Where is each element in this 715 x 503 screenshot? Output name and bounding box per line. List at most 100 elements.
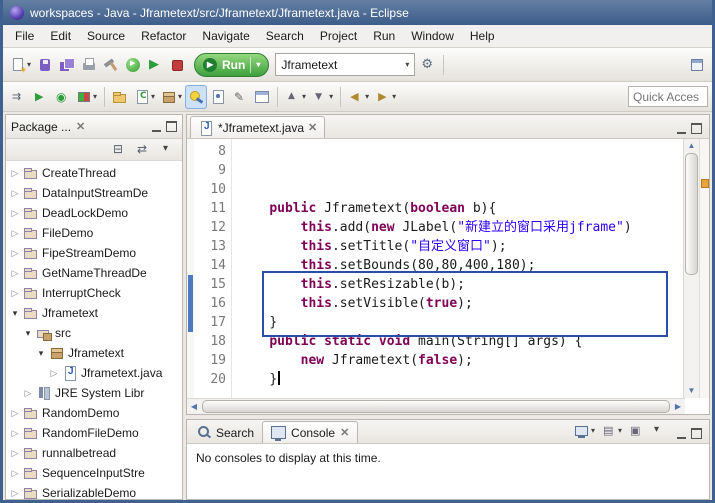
collapse-all-button[interactable] <box>108 138 130 162</box>
debug-button[interactable] <box>122 53 144 77</box>
tab-search[interactable]: Search <box>190 422 262 443</box>
editor-tab-jframetext[interactable]: *Jframetext.java ✕ <box>190 116 325 138</box>
code-area[interactable]: public Jframetext(boolean b){ this.add(n… <box>232 139 683 398</box>
print-button[interactable] <box>78 53 100 77</box>
previous-annotation-button[interactable]: ▾ <box>282 85 309 109</box>
expand-arrow-icon[interactable]: ▷ <box>10 448 20 459</box>
menu-item-refactor[interactable]: Refactor <box>133 26 194 46</box>
step-filters-button[interactable] <box>7 85 29 109</box>
dropdown-arrow-icon[interactable]: ▾ <box>392 92 396 102</box>
maximize-icon[interactable] <box>166 121 177 132</box>
tree-item-jframetext[interactable]: ▾Jframetext <box>6 343 182 363</box>
menu-item-run[interactable]: Run <box>365 26 403 46</box>
menu-item-project[interactable]: Project <box>312 26 365 46</box>
expand-arrow-icon[interactable]: ▷ <box>10 208 20 219</box>
close-icon[interactable]: ✕ <box>308 121 317 134</box>
expand-arrow-icon[interactable]: ▷ <box>10 428 20 439</box>
menu-item-edit[interactable]: Edit <box>42 26 79 46</box>
tree-item-sequenceinputstre[interactable]: ▷SequenceInputStre <box>6 463 182 483</box>
horizontal-scrollbar[interactable]: ◀ ▶ <box>187 398 685 414</box>
expand-arrow-icon[interactable]: ▷ <box>23 388 33 399</box>
dropdown-arrow-icon[interactable]: ▾ <box>178 92 182 102</box>
new-wizard-button[interactable]: ▾ <box>7 53 34 77</box>
vertical-scroll-thumb[interactable] <box>685 153 698 275</box>
tree-item-datainputstreamde[interactable]: ▷DataInputStreamDe <box>6 183 182 203</box>
tree-item-randomfiledemo[interactable]: ▷RandomFileDemo <box>6 423 182 443</box>
combo-dropdown-icon[interactable]: ▾ <box>405 60 409 70</box>
dropdown-arrow-icon[interactable]: ▾ <box>302 92 306 102</box>
menu-item-help[interactable]: Help <box>462 26 503 46</box>
quick-access-input[interactable] <box>628 86 708 107</box>
tree-item-jframetext[interactable]: ▾Jframetext <box>6 303 182 323</box>
pin-console-button[interactable] <box>625 419 647 443</box>
tree-item-runnalbetread[interactable]: ▷runnalbetread <box>6 443 182 463</box>
back-button[interactable]: ▾ <box>345 85 372 109</box>
package-explorer-title[interactable]: Package ... <box>11 120 71 134</box>
minimize-icon[interactable] <box>677 124 686 134</box>
tree-item-randomdemo[interactable]: ▷RandomDemo <box>6 403 182 423</box>
dropdown-arrow-icon[interactable]: ▾ <box>618 426 622 436</box>
collapse-arrow-icon[interactable]: ▾ <box>23 328 33 339</box>
search-flashlight-button[interactable] <box>185 85 207 109</box>
tree-item-createthread[interactable]: ▷CreateThread <box>6 163 182 183</box>
close-icon[interactable]: ✕ <box>340 426 349 439</box>
new-package-button[interactable]: ▾ <box>158 85 185 109</box>
scroll-right-icon[interactable]: ▶ <box>671 402 685 411</box>
maximize-icon[interactable] <box>691 428 702 439</box>
expand-arrow-icon[interactable]: ▷ <box>10 288 20 299</box>
dropdown-arrow-icon[interactable]: ▾ <box>591 426 595 436</box>
dropdown-arrow-icon[interactable]: ▾ <box>93 92 97 102</box>
tree-item-jframetext-java[interactable]: ▷Jframetext.java <box>6 363 182 383</box>
expand-arrow-icon[interactable]: ▷ <box>10 408 20 419</box>
display-console-button[interactable]: ▾ <box>598 419 625 443</box>
new-class-button[interactable]: ▾ <box>131 85 158 109</box>
tree-item-serializabledemo[interactable]: ▷SerializableDemo <box>6 483 182 499</box>
table-button[interactable] <box>251 85 273 109</box>
dropdown-arrow-icon[interactable]: ▾ <box>27 60 31 70</box>
open-console-button[interactable]: ▾ <box>571 419 598 443</box>
menu-item-navigate[interactable]: Navigate <box>194 26 257 46</box>
console-menu-button[interactable] <box>647 419 669 443</box>
tree-item-deadlockdemo[interactable]: ▷DeadLockDemo <box>6 203 182 223</box>
save-button[interactable] <box>34 53 56 77</box>
import-folder-button[interactable] <box>109 85 131 109</box>
view-menu-button[interactable] <box>156 138 178 162</box>
profile-button[interactable] <box>51 85 73 109</box>
run-dropdown-icon[interactable]: ▾ <box>256 60 260 70</box>
open-type-button[interactable] <box>207 85 229 109</box>
run-last-button[interactable] <box>29 85 51 109</box>
maximize-icon[interactable] <box>691 123 702 134</box>
scroll-left-icon[interactable]: ◀ <box>187 402 201 411</box>
collapse-arrow-icon[interactable]: ▾ <box>36 348 46 359</box>
tree-item-interruptcheck[interactable]: ▷InterruptCheck <box>6 283 182 303</box>
dropdown-arrow-icon[interactable]: ▾ <box>329 92 333 102</box>
menu-item-source[interactable]: Source <box>79 26 133 46</box>
menu-item-window[interactable]: Window <box>403 26 462 46</box>
expand-arrow-icon[interactable]: ▷ <box>10 488 20 499</box>
tree-item-getnamethreadde[interactable]: ▷GetNameThreadDe <box>6 263 182 283</box>
tab-console[interactable]: Console✕ <box>262 421 358 443</box>
expand-arrow-icon[interactable]: ▷ <box>10 168 20 179</box>
annotation-marker[interactable] <box>701 179 709 188</box>
tree-item-filedemo[interactable]: ▷FileDemo <box>6 223 182 243</box>
run-button[interactable]: ▶ Run ▾ <box>194 53 269 77</box>
dropdown-arrow-icon[interactable]: ▾ <box>151 92 155 102</box>
collapse-arrow-icon[interactable]: ▾ <box>10 308 20 319</box>
launch-config-combo[interactable]: Jframetext ▾ <box>275 53 415 76</box>
expand-arrow-icon[interactable]: ▷ <box>10 228 20 239</box>
scroll-up-icon[interactable]: ▲ <box>684 139 699 153</box>
expand-arrow-icon[interactable]: ▷ <box>10 188 20 199</box>
expand-arrow-icon[interactable]: ▷ <box>10 468 20 479</box>
dropdown-arrow-icon[interactable]: ▾ <box>365 92 369 102</box>
gear-button[interactable] <box>417 53 439 77</box>
expand-arrow-icon[interactable]: ▷ <box>49 368 59 379</box>
vertical-scrollbar[interactable]: ▲ ▼ <box>683 139 699 398</box>
link-editor-button[interactable] <box>132 138 154 162</box>
annotation-button[interactable] <box>229 85 251 109</box>
expand-arrow-icon[interactable]: ▷ <box>10 268 20 279</box>
save-all-button[interactable] <box>56 53 78 77</box>
stop-button[interactable] <box>166 53 188 77</box>
run-button[interactable] <box>144 53 166 77</box>
menu-item-file[interactable]: File <box>7 26 42 46</box>
minimize-icon[interactable] <box>152 122 161 132</box>
